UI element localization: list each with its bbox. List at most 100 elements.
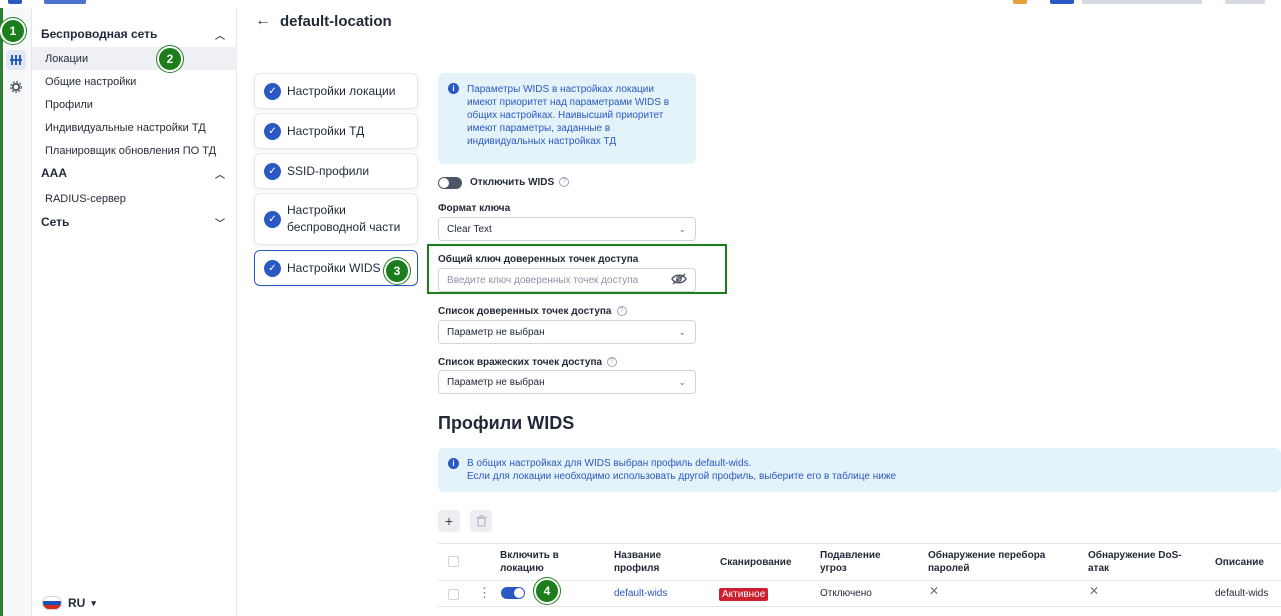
trusted-list-label: Список доверенных точек доступа?: [438, 306, 627, 317]
check-circle-icon: ✓: [264, 82, 281, 100]
icon-rail: [0, 8, 32, 616]
sidebar-section-network[interactable]: Сеть ﹀: [32, 210, 237, 234]
shared-key-label: Общий ключ доверенных точек доступа: [438, 254, 639, 265]
kebab-menu-icon[interactable]: ⋮: [478, 585, 491, 601]
select-value: Параметр не выбран: [447, 376, 545, 388]
key-format-select[interactable]: Clear Text ⌄: [438, 217, 696, 241]
key-format-label: Формат ключа: [438, 203, 511, 214]
help-icon[interactable]: ?: [607, 357, 618, 368]
select-value: Clear Text: [447, 223, 492, 235]
chevron-down-icon: ﹀: [215, 218, 225, 230]
sidebar-item-label: Планировщик обновления ПО ТД: [45, 144, 217, 157]
shared-key-input[interactable]: Введите ключ доверенных точек доступа: [438, 268, 696, 292]
user-menu[interactable]: [1225, 0, 1265, 4]
check-circle-icon: ✓: [264, 259, 281, 277]
close-icon: ✕: [929, 584, 940, 598]
notification-icon[interactable]: [1013, 0, 1027, 4]
chevron-down-icon: ▾: [91, 597, 96, 608]
sidebar-section-label: Беспроводная сеть: [41, 27, 158, 41]
column-header-dos[interactable]: Обнаружение DoS-атак: [1088, 549, 1182, 575]
chevron-up-icon: ︿: [215, 169, 225, 181]
eye-off-icon[interactable]: [671, 272, 687, 288]
check-circle-icon: ✓: [264, 210, 281, 228]
step-label: Настройки локации: [287, 84, 396, 98]
trash-icon[interactable]: [470, 510, 492, 532]
add-profile-button[interactable]: +: [438, 510, 460, 532]
column-header-description[interactable]: Описание: [1215, 556, 1264, 569]
rogue-list-select[interactable]: Параметр не выбран ⌄: [438, 370, 696, 394]
brand-wordmark: [44, 0, 86, 4]
step-label: Настройки WIDS: [287, 261, 381, 275]
table-header-border: [438, 580, 1281, 581]
sidebar-section-aaa[interactable]: AAA ︿: [32, 161, 237, 185]
step-location-settings[interactable]: ✓ Настройки локации: [254, 73, 418, 109]
threat-suppression-value: Отключено: [820, 588, 872, 599]
language-selector[interactable]: RU ▾: [42, 596, 96, 610]
gear-icon[interactable]: [6, 77, 26, 97]
sidebar-item-profiles[interactable]: Профили: [32, 93, 237, 116]
wids-priority-info: i Параметры WIDS в настройках локации им…: [438, 73, 696, 164]
trusted-list-select[interactable]: Параметр не выбран ⌄: [438, 320, 696, 344]
table-top-border: [438, 543, 1281, 544]
scanning-status-badge: Активное: [719, 588, 769, 601]
rogue-list-label: Список вражеских точек доступа?: [438, 357, 618, 368]
sidebar-item-label: Общие настройки: [45, 75, 137, 88]
check-circle-icon: ✓: [264, 122, 281, 140]
mode-toggle[interactable]: [1050, 0, 1074, 4]
select-all-checkbox[interactable]: [448, 556, 459, 567]
network-icon[interactable]: [6, 50, 26, 70]
step-ssid-profiles[interactable]: ✓ SSID-профили: [254, 153, 418, 189]
check-circle-icon: ✓: [264, 162, 281, 180]
mode-label: [1082, 0, 1202, 4]
sidebar-nav: Беспроводная сеть ︿ Локации Общие настро…: [32, 8, 237, 616]
chevron-down-icon: ⌄: [678, 223, 686, 234]
sidebar-item-locations[interactable]: Локации: [32, 47, 237, 70]
column-header-enable[interactable]: Включить в локацию: [500, 549, 559, 575]
chevron-down-icon: ⌄: [678, 376, 686, 387]
sidebar-item-firmware-scheduler[interactable]: Планировщик обновления ПО ТД: [32, 139, 237, 162]
sidebar-item-label: RADIUS-сервер: [45, 192, 126, 205]
help-icon[interactable]: ?: [559, 177, 570, 188]
annotation-marker-2: 2: [157, 46, 183, 72]
page-title: default-location: [280, 13, 392, 30]
sidebar-item-radius[interactable]: RADIUS-сервер: [32, 187, 237, 210]
wids-profiles-info: i В общих настройках для WIDS выбран про…: [438, 448, 1281, 492]
step-ap-settings[interactable]: ✓ Настройки ТД: [254, 113, 418, 149]
info-line: общих настройках. Наивысший приоритет: [467, 110, 664, 121]
column-header-name[interactable]: Название профиля: [614, 549, 661, 575]
russia-flag-icon: [42, 596, 62, 610]
column-header-scanning[interactable]: Сканирование: [720, 556, 792, 569]
info-line: В общих настройках для WIDS выбран профи…: [467, 458, 752, 469]
top-header-strip: [0, 0, 1281, 8]
step-wireless-settings[interactable]: ✓ Настройки беспроводной части: [254, 193, 418, 245]
info-line: Если для локации необходимо использовать…: [467, 471, 897, 482]
step-label: Настройки беспроводной части: [287, 203, 401, 234]
info-line: Параметры WIDS в настройках локации: [467, 84, 654, 95]
column-header-bruteforce[interactable]: Обнаружение перебора паролей: [928, 549, 1045, 575]
sidebar-item-general-settings[interactable]: Общие настройки: [32, 70, 237, 93]
step-label: SSID-профили: [287, 164, 370, 178]
step-label: Настройки ТД: [287, 124, 365, 138]
sidebar-item-label: Локации: [45, 52, 89, 65]
profile-name-link[interactable]: default-wids: [614, 588, 667, 599]
annotation-marker-3: 3: [384, 258, 410, 284]
table-row-border: [438, 606, 1281, 607]
description-value: default-wids: [1215, 588, 1269, 599]
back-arrow-icon[interactable]: ←: [255, 12, 271, 30]
info-icon: i: [448, 458, 459, 469]
disable-wids-toggle[interactable]: [438, 177, 462, 189]
main-content: ← default-location ✓ Настройки локации ✓…: [237, 8, 1281, 616]
info-icon: i: [448, 83, 459, 94]
help-icon[interactable]: ?: [616, 306, 627, 317]
enable-in-location-toggle[interactable]: [501, 587, 525, 599]
sidebar-item-ap-individual[interactable]: Индивидуальные настройки ТД: [32, 116, 237, 139]
select-value: Параметр не выбран: [447, 326, 545, 338]
info-line: индивидуальных настройках ТД: [467, 136, 617, 147]
sidebar-item-label: Индивидуальные настройки ТД: [45, 121, 206, 134]
language-label: RU: [68, 596, 86, 610]
info-line: имеют приоритет над параметрами WIDS в: [467, 97, 670, 108]
row-checkbox[interactable]: [448, 589, 459, 600]
column-header-threat-suppression[interactable]: Подавление угроз: [820, 549, 881, 575]
disable-wids-label: Отключить WIDS?: [470, 177, 570, 188]
sidebar-section-wireless[interactable]: Беспроводная сеть ︿: [32, 22, 237, 46]
